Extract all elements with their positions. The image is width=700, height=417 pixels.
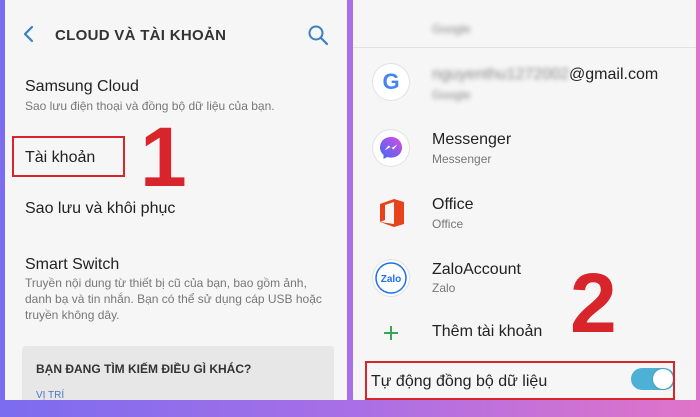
email-username-blurred: nguyenthu1272002 <box>432 66 570 83</box>
account-email: nguyenthu1272002@gmail.com <box>432 66 658 84</box>
zalo-icon: Zalo <box>373 260 409 296</box>
plus-icon <box>384 326 398 340</box>
search-icon[interactable] <box>307 24 329 46</box>
account-title: ZaloAccount <box>432 261 521 278</box>
menu-item-title: Smart Switch <box>25 256 120 273</box>
account-subtitle: Zalo <box>432 281 456 295</box>
svg-text:Zalo: Zalo <box>381 274 402 285</box>
email-domain: @gmail.com <box>569 66 659 83</box>
messenger-icon <box>373 130 409 166</box>
google-icon: G <box>373 64 409 100</box>
back-arrow-icon[interactable] <box>20 24 38 44</box>
location-link[interactable]: VỊ TRÍ <box>36 390 64 400</box>
account-row-zalo[interactable]: Zalo ZaloAccount Zalo <box>353 248 696 308</box>
looking-for-something-else-box: BẠN ĐANG TÌM KIẾM ĐIỀU GÌ KHÁC? VỊ TRÍ <box>22 346 334 400</box>
highlight-box-auto-sync <box>365 361 675 400</box>
menu-item-subtitle: Truyền nội dung từ thiết bị cũ của bạn, … <box>25 276 322 322</box>
account-row-google-partial[interactable]: Google <box>353 0 696 40</box>
menu-item-smart-switch[interactable]: Smart Switch Truyền nội dung từ thiết bị… <box>5 248 347 328</box>
page-title: CLOUD VÀ TÀI KHOẢN <box>55 27 227 44</box>
account-row-messenger[interactable]: Messenger Messenger <box>353 118 696 178</box>
add-account-label: Thêm tài khoản <box>432 323 543 340</box>
svg-text:G: G <box>382 69 399 94</box>
add-account-button[interactable]: Thêm tài khoản <box>353 312 696 354</box>
highlight-box-accounts <box>12 136 125 177</box>
account-title: Office <box>432 196 474 213</box>
office-icon <box>373 195 409 231</box>
account-subtitle: Google <box>432 22 471 36</box>
box-heading: BẠN ĐANG TÌM KIẾM ĐIỀU GÌ KHÁC? <box>36 362 252 376</box>
account-subtitle: Office <box>432 217 464 231</box>
account-subtitle: Google <box>432 88 471 102</box>
account-row-office[interactable]: Office Office <box>353 183 696 243</box>
account-title: Messenger <box>432 131 512 148</box>
account-subtitle: Messenger <box>432 152 492 166</box>
menu-item-title: Samsung Cloud <box>25 78 139 95</box>
account-row-google[interactable]: G nguyenthu1272002@gmail.com Google <box>353 52 696 112</box>
bottom-gradient-bar <box>0 400 700 417</box>
accounts-list-panel: Google G nguyenthu1272002@gmail.com Goog… <box>353 0 696 400</box>
header: CLOUD VÀ TÀI KHOẢN <box>5 12 347 60</box>
divider <box>353 47 696 48</box>
step-number-1: 1 <box>140 110 187 204</box>
step-number-2: 2 <box>570 256 617 350</box>
